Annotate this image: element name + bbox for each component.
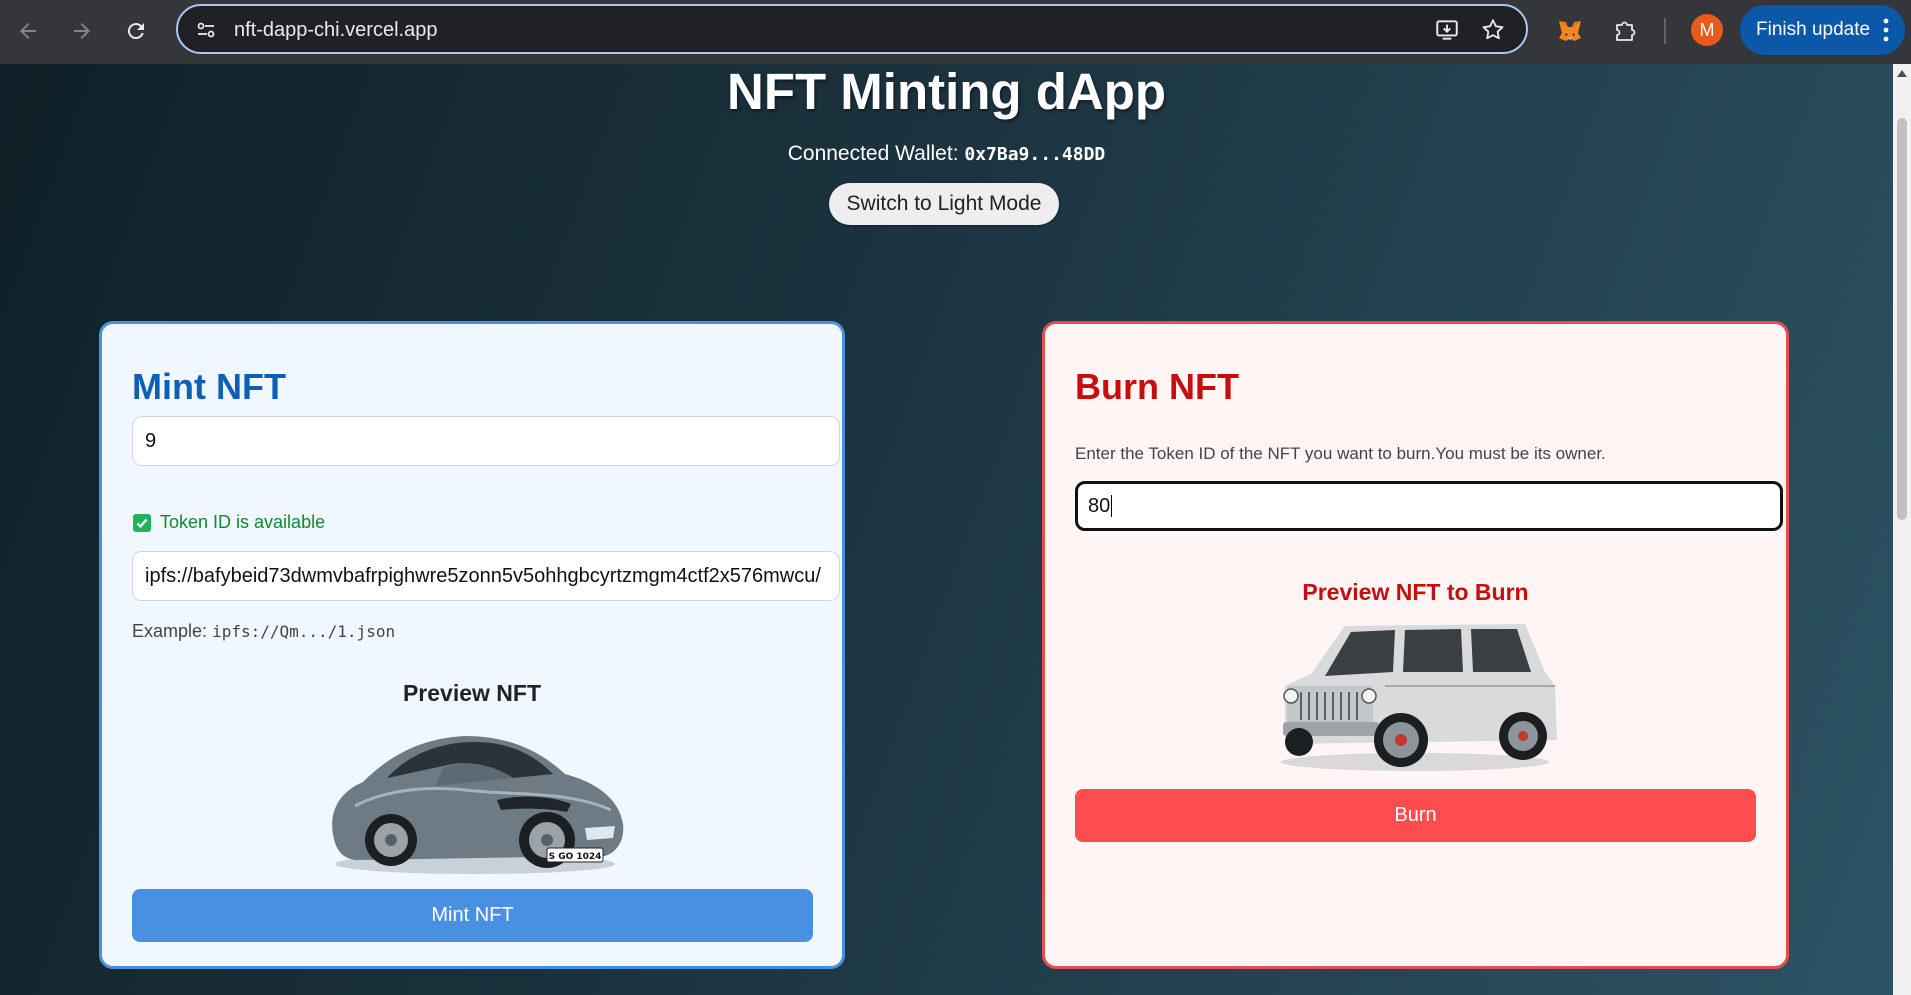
profile-initial: M bbox=[1699, 19, 1715, 40]
scroll-up-arrow-icon[interactable] bbox=[1897, 70, 1907, 77]
mint-card: Mint NFT 9 Token ID is available ipfs://… bbox=[99, 321, 845, 969]
example-code: ipfs://Qm.../1.json bbox=[212, 622, 396, 641]
token-uri-value: ipfs://bafybeid73dwmvbafrpighwre5zonn5v5… bbox=[145, 564, 821, 587]
connected-wallet: Connected Wallet: 0x7Ba9...48DD bbox=[0, 142, 1893, 166]
burn-token-id-value: 80 bbox=[1088, 494, 1111, 517]
preview-burn-title: Preview NFT to Burn bbox=[1302, 579, 1529, 605]
bookmark-star-icon[interactable] bbox=[1480, 17, 1506, 43]
availability-text: Token ID is available bbox=[160, 512, 326, 532]
uri-example: Example: ipfs://Qm.../1.json bbox=[132, 621, 395, 642]
site-info-icon[interactable] bbox=[194, 18, 218, 42]
license-plate-text: S GO 1024 bbox=[549, 852, 602, 862]
toolbar-separator bbox=[1664, 18, 1666, 44]
mint-nft-button[interactable]: Mint NFT bbox=[132, 889, 813, 942]
address-bar[interactable]: nft-dapp-chi.vercel.app bbox=[176, 4, 1528, 54]
profile-avatar[interactable]: M bbox=[1691, 14, 1723, 46]
check-icon bbox=[133, 513, 151, 532]
browser-toolbar: nft-dapp-chi.vercel.app M Finish update bbox=[0, 0, 1911, 64]
finish-update-button[interactable]: Finish update bbox=[1740, 5, 1905, 55]
mint-nft-preview-image: S GO 1024 bbox=[332, 736, 624, 874]
wallet-address: 0x7Ba9...48DD bbox=[964, 144, 1106, 165]
install-app-icon[interactable] bbox=[1434, 17, 1460, 43]
token-uri-input[interactable]: ipfs://bafybeid73dwmvbafrpighwre5zonn5v5… bbox=[132, 551, 840, 601]
url-text[interactable]: nft-dapp-chi.vercel.app bbox=[234, 19, 437, 42]
burn-card: Burn NFT Enter the Token ID of the NFT y… bbox=[1042, 321, 1789, 969]
forward-arrow-icon[interactable] bbox=[64, 13, 100, 49]
page-scrollbar[interactable] bbox=[1893, 64, 1911, 995]
mint-token-id-input[interactable]: 9 bbox=[132, 416, 840, 466]
burn-heading: Burn NFT bbox=[1075, 366, 1239, 407]
back-arrow-icon[interactable] bbox=[10, 13, 46, 49]
page-title: NFT Minting dApp bbox=[726, 64, 1167, 120]
preview-nft-title: Preview NFT bbox=[402, 680, 542, 706]
page-viewport: NFT Minting dApp Connected Wallet: 0x7Ba… bbox=[0, 64, 1893, 995]
burn-token-id-input[interactable]: 80 bbox=[1075, 481, 1783, 531]
scrollbar-thumb[interactable] bbox=[1897, 118, 1907, 520]
finish-update-label: Finish update bbox=[1756, 19, 1871, 40]
burn-button[interactable]: Burn bbox=[1075, 789, 1756, 842]
extensions-puzzle-icon[interactable] bbox=[1611, 16, 1641, 46]
switch-light-mode-button[interactable]: Switch to Light Mode bbox=[829, 183, 1059, 225]
burn-nft-preview-image bbox=[1281, 624, 1557, 771]
example-label: Example: bbox=[132, 621, 208, 641]
token-availability-status: Token ID is available bbox=[133, 512, 325, 533]
metamask-fox-icon[interactable] bbox=[1555, 16, 1585, 46]
mint-heading: Mint NFT bbox=[132, 366, 286, 407]
more-vert-icon[interactable] bbox=[1883, 16, 1889, 44]
burn-description: Enter the Token ID of the NFT you want t… bbox=[1075, 444, 1606, 463]
mint-token-id-value: 9 bbox=[145, 429, 157, 452]
reload-icon[interactable] bbox=[118, 13, 154, 49]
text-caret bbox=[1111, 495, 1113, 517]
wallet-label: Connected Wallet: bbox=[787, 142, 959, 165]
